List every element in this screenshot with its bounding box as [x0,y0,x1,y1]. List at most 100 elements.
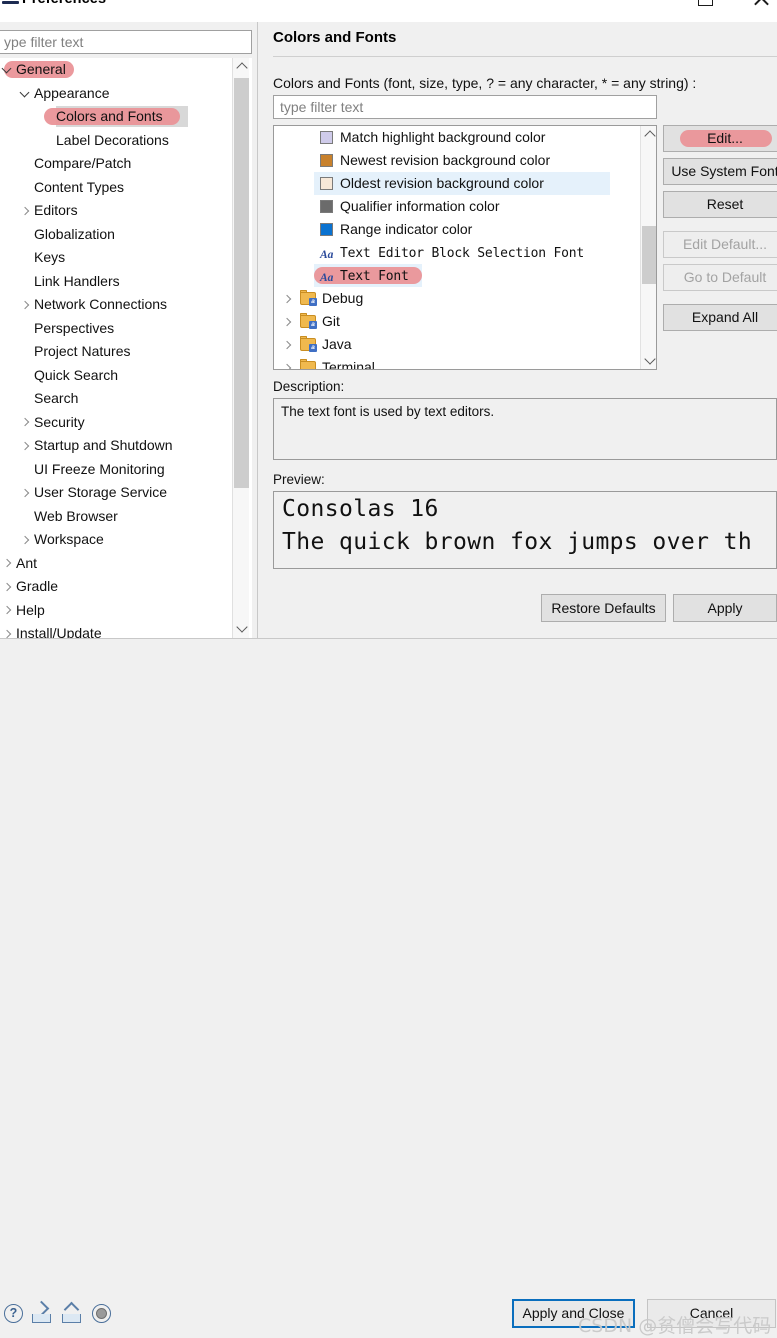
sidebar-item-help[interactable]: Help [0,599,252,623]
list-item[interactable]: a Terminal [274,356,656,369]
list-item[interactable]: Aa Text Font [274,264,656,287]
sidebar-filter-input[interactable]: ype filter text [0,30,252,54]
sidebar-item-label: Globalization [34,225,115,242]
record-icon[interactable] [90,1302,114,1326]
sidebar-filter-placeholder: ype filter text [4,34,84,50]
chevron-right-icon[interactable] [20,487,32,499]
scroll-up-icon[interactable] [233,58,250,76]
colors-and-fonts-panel: Colors and Fonts Colors and Fonts (font,… [262,22,777,638]
dialog-footer: ? Apply and Close Cancel CSDN @贫僧会写代码 [0,639,777,1337]
sidebar-item-network-connections[interactable]: Network Connections [0,293,252,317]
scroll-down-icon[interactable] [233,620,250,638]
sidebar-item-compare-patch[interactable]: Compare/Patch [0,152,252,176]
chevron-right-icon[interactable] [2,605,14,617]
list-scrollbar[interactable] [640,126,656,369]
list-item[interactable]: a Git [274,310,656,333]
list-item[interactable]: a Debug [274,287,656,310]
preferences-tree[interactable]: General Appearance Colors and Fonts Label D… [0,58,252,638]
list-item[interactable]: Qualifier information color [274,195,656,218]
sidebar-item-ui-freeze-monitoring[interactable]: UI Freeze Monitoring [0,458,252,482]
list-item[interactable]: a Java [274,333,656,356]
pane-divider [257,22,258,638]
sidebar-item-appearance[interactable]: Appearance [0,82,252,106]
chevron-down-icon[interactable] [20,88,32,100]
preview-line-1: Consolas 16 [282,496,439,522]
list-item-label: Match highlight background color [340,129,546,145]
list-scroll-up-icon[interactable] [641,126,656,143]
sidebar-item-label: Project Natures [34,343,131,359]
button-label: Reset [706,196,744,212]
folder-icon: a [300,290,317,306]
sidebar-item-search[interactable]: Search [0,387,252,411]
restore-defaults-button[interactable]: Restore Defaults [541,594,666,622]
minimize-button[interactable] [633,0,659,10]
sidebar-item-security[interactable]: Security [0,411,252,435]
list-item-label: Qualifier information color [340,198,500,214]
colors-and-fonts-list[interactable]: Match highlight background color Newest r… [273,125,657,370]
header-divider [273,56,777,57]
help-icon[interactable]: ? [2,1302,26,1326]
sidebar-item-project-natures[interactable]: Project Natures [0,340,252,364]
sidebar-scrollbar[interactable] [232,58,249,638]
list-item[interactable]: Aa Text Editor Block Selection Font [274,241,656,264]
sidebar-item-ant[interactable]: Ant [0,552,252,576]
chevron-right-icon[interactable] [282,339,294,351]
sidebar-item-link-handlers[interactable]: Link Handlers [0,270,252,294]
apply-button[interactable]: Apply [673,594,777,622]
chevron-right-icon[interactable] [20,534,32,546]
sidebar-item-perspectives[interactable]: Perspectives [0,317,252,341]
export-icon[interactable] [60,1301,84,1326]
preferences-dialog: Preferences ype filter text General Appea… [0,0,777,1337]
sidebar-item-web-browser[interactable]: Web Browser [0,505,252,529]
list-item[interactable]: Match highlight background color [274,126,656,149]
chevron-right-icon[interactable] [2,581,14,593]
chevron-right-icon[interactable] [2,628,14,638]
sidebar-item-quick-search[interactable]: Quick Search [0,364,252,388]
list-item[interactable]: Newest revision background color [274,149,656,172]
list-item-label: Debug [322,290,364,306]
chevron-right-icon[interactable] [20,205,32,217]
sidebar-item-user-storage-service[interactable]: User Storage Service [0,481,252,505]
import-icon[interactable] [30,1300,54,1326]
sidebar-item-keys[interactable]: Keys [0,246,252,270]
list-item-label: Java [322,336,352,352]
list-item[interactable]: Oldest revision background color [274,172,656,195]
expand-all-button[interactable]: Expand All [663,304,777,331]
edit-button[interactable]: Edit... [663,125,777,152]
maximize-button[interactable] [693,0,719,10]
sidebar-item-label: UI Freeze Monitoring [34,460,165,477]
chevron-right-icon[interactable] [282,316,294,328]
chevron-right-icon[interactable] [2,558,14,570]
sidebar-item-startup-and-shutdown[interactable]: Startup and Shutdown [0,434,252,458]
sidebar-item-content-types[interactable]: Content Types [0,176,252,200]
sidebar-item-workspace[interactable]: Workspace [0,528,252,552]
sidebar-item-install-update[interactable]: Install/Update [0,622,252,638]
sidebar-item-editors[interactable]: Editors [0,199,252,223]
sidebar-item-globalization[interactable]: Globalization [0,223,252,247]
sidebar-item-colors-and-fonts[interactable]: Colors and Fonts [0,105,252,129]
list-scrollbar-thumb[interactable] [642,226,656,284]
chevron-right-icon[interactable] [20,417,32,429]
use-system-font-button[interactable]: Use System Font [663,158,777,185]
description-label: Description: [273,379,345,394]
close-button[interactable] [748,0,774,10]
sidebar-item-label: Label Decorations [56,131,169,148]
description-text: The text font is used by text editors. [281,404,495,419]
chevron-right-icon[interactable] [20,299,32,311]
sidebar-item-gradle[interactable]: Gradle [0,575,252,599]
sidebar-item-label: Startup and Shutdown [34,437,173,453]
chevron-right-icon[interactable] [20,440,32,452]
list-item[interactable]: Range indicator color [274,218,656,241]
list-scroll-down-icon[interactable] [641,352,656,369]
chevron-right-icon[interactable] [282,293,294,305]
sidebar-item-label: User Storage Service [34,484,168,500]
sidebar-item-general[interactable]: General [0,58,252,82]
chevron-right-icon[interactable] [282,362,294,369]
sidebar-item-label: Colors and Fonts [56,108,163,124]
colors-filter-input[interactable]: type filter text [273,95,657,119]
reset-button[interactable]: Reset [663,191,777,218]
sidebar-item-label-decorations[interactable]: Label Decorations [0,129,252,153]
scrollbar-thumb[interactable] [234,78,249,488]
button-label: Edit... [707,130,743,146]
chevron-down-icon[interactable] [2,64,14,76]
